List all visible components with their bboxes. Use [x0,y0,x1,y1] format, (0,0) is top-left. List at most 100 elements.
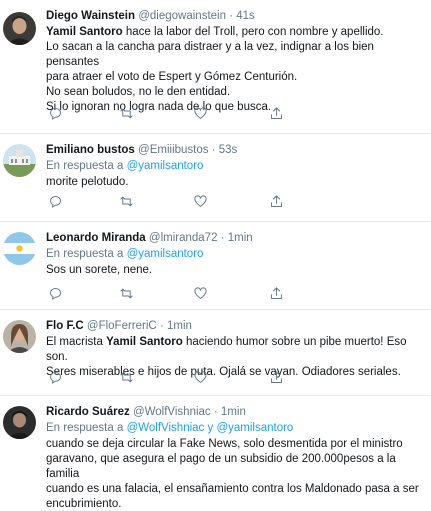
handle[interactable]: @FloFerreriC [87,320,157,332]
timestamp[interactable]: 1min [228,232,253,244]
tweet-actions [46,192,286,210]
avatar[interactable] [3,232,36,265]
tweet-actions [46,104,286,122]
like-icon [193,286,207,299]
text-line: Lo sacan a la cancha para distraer y a l… [46,41,374,68]
reply-button[interactable] [46,368,64,386]
tweet-text: cuando se deja circular la Fake News, so… [46,437,427,511]
text-line: garavano, que asegura el pago de un subs… [46,453,396,480]
reply-mention[interactable]: @WolfVishniac [127,422,205,434]
retweet-icon [119,288,133,298]
like-icon [193,194,207,207]
share-button[interactable] [267,368,285,386]
avatar[interactable] [3,12,36,45]
tweet-feed: Diego Wainstein @diegowainstein · 41s Ya… [0,0,431,511]
like-button[interactable] [191,192,209,210]
reply-context: En respuesta a @yamilsantoro [46,159,427,174]
share-icon [270,194,282,207]
display-name[interactable]: Leonardo Miranda [46,232,146,244]
tweet-1[interactable]: Diego Wainstein @diegowainstein · 41s Ya… [0,0,431,134]
like-icon [193,370,207,383]
retweet-button[interactable] [117,284,135,302]
text-line: hace la labor del Troll, pero con nombre… [122,26,384,38]
tweet-text: morite pelotudo. [46,175,427,190]
reply-icon [49,195,61,208]
display-name[interactable]: Ricardo Suárez [46,406,130,418]
text-fragment: El macrista [46,336,107,348]
retweet-icon [119,372,133,382]
tweet-actions [46,368,286,386]
reply-prefix: En respuesta a [46,160,124,172]
reply-joiner: y [207,422,214,434]
retweet-icon [119,108,133,118]
share-icon [270,370,282,383]
mention-bold[interactable]: Yamil Santoro [46,26,123,38]
reply-icon [49,371,61,384]
like-icon [193,106,207,119]
reply-icon [49,287,61,300]
handle[interactable]: @WolfVishniac [133,406,211,418]
separator: · [213,406,218,418]
tweet-4[interactable]: Flo F.C @FloFerreriC · 1min El macrista … [0,310,431,396]
retweet-icon [119,196,133,206]
retweet-button[interactable] [117,368,135,386]
timestamp[interactable]: 53s [219,144,238,156]
avatar[interactable] [3,144,36,177]
tweet-text: Sos un sorete, nene. [46,263,427,278]
like-button[interactable] [191,368,209,386]
reply-button[interactable] [46,104,64,122]
separator: · [220,232,225,244]
tweet-2[interactable]: Emiliano bustos @Emiiibustos · 53s En re… [0,134,431,222]
avatar-photo [3,320,36,353]
display-name[interactable]: Flo F.C [46,320,84,332]
reply-icon [49,107,61,120]
handle[interactable]: @lmiranda72 [149,232,218,244]
avatar[interactable] [3,320,36,353]
text-line: encubrimiento. [46,498,122,510]
avatar-photo [3,406,36,439]
share-button[interactable] [267,284,285,302]
tweet-header: Ricardo Suárez @WolfVishniac · 1min [46,405,427,420]
text-line: para atraer el voto de Espert y Gómez Ce… [46,71,298,83]
display-name[interactable]: Emiliano bustos [46,144,135,156]
share-button[interactable] [267,104,285,122]
avatar-photo [3,232,36,265]
text-line: Sos un sorete, nene. [46,264,153,276]
timestamp[interactable]: 41s [236,10,255,22]
text-line: cuando es una falacia, el ensañamiento c… [46,483,419,495]
tweet-header: Leonardo Miranda @lmiranda72 · 1min [46,231,427,246]
reply-mention[interactable]: @yamilsantoro [127,160,204,172]
handle[interactable]: @Emiiibustos [138,144,208,156]
tweet-header: Emiliano bustos @Emiiibustos · 53s [46,143,427,158]
display-name[interactable]: Diego Wainstein [46,10,135,22]
avatar-photo [3,12,36,45]
reply-mention[interactable]: @yamilsantoro [216,422,293,434]
avatar[interactable] [3,406,36,439]
handle[interactable]: @diegowainstein [138,10,226,22]
like-button[interactable] [191,284,209,302]
share-button[interactable] [267,192,285,210]
tweet-3[interactable]: Leonardo Miranda @lmiranda72 · 1min En r… [0,222,431,310]
tweet-header: Diego Wainstein @diegowainstein · 41s [46,9,427,24]
retweet-button[interactable] [117,192,135,210]
retweet-button[interactable] [117,104,135,122]
separator: · [159,320,164,332]
text-line: cuando se deja circular la Fake News, so… [46,438,403,450]
timestamp[interactable]: 1min [167,320,192,332]
tweet-header: Flo F.C @FloFerreriC · 1min [46,319,427,334]
separator: · [229,10,234,22]
reply-mention[interactable]: @yamilsantoro [127,248,204,260]
separator: · [211,144,216,156]
mention-bold[interactable]: Yamil Santoro [106,336,183,348]
text-line: morite pelotudo. [46,176,129,188]
tweet-5[interactable]: Ricardo Suárez @WolfVishniac · 1min En r… [0,396,431,511]
like-button[interactable] [191,104,209,122]
tweet-actions [46,284,286,302]
avatar-photo [3,144,36,177]
timestamp[interactable]: 1min [221,406,246,418]
tweet-text: Yamil Santoro hace la labor del Troll, p… [46,25,427,115]
share-icon [270,106,282,119]
reply-button[interactable] [46,284,64,302]
reply-button[interactable] [46,192,64,210]
text-line: No sean boludos, no le den entidad. [46,86,231,98]
